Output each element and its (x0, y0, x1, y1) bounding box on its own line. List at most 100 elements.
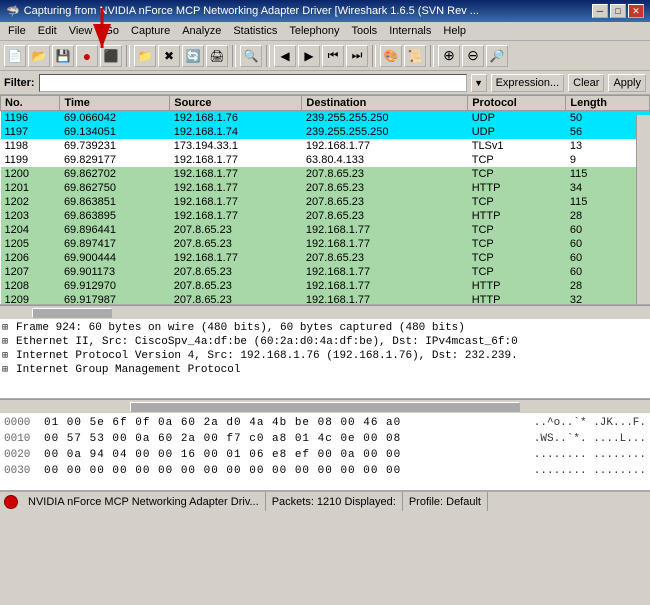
adapter-status: NVIDIA nForce MCP Networking Adapter Dri… (22, 492, 266, 511)
open2-button[interactable]: 📁 (134, 45, 156, 67)
menu-file[interactable]: File (2, 23, 32, 39)
cell-time: 69.863895 (60, 209, 170, 223)
cell-src: 192.168.1.77 (170, 167, 302, 181)
cell-dst: 192.168.1.77 (302, 293, 468, 305)
hscroll-thumb-1[interactable] (32, 308, 112, 318)
col-len[interactable]: Length (566, 96, 650, 111)
new-capture-button[interactable]: 📄 (4, 45, 26, 67)
menu-telephony[interactable]: Telephony (283, 23, 345, 39)
colorize-button[interactable]: 🎨 (380, 45, 402, 67)
print-button[interactable]: 🖨 (206, 45, 228, 67)
search-button[interactable]: 🔍 (240, 45, 262, 67)
table-row[interactable]: 120969.917987207.8.65.23192.168.1.77HTTP… (1, 293, 650, 305)
menu-tools[interactable]: Tools (346, 23, 384, 39)
table-row[interactable]: 120169.862750192.168.1.77207.8.65.23HTTP… (1, 181, 650, 195)
menu-statistics[interactable]: Statistics (227, 23, 283, 39)
table-row[interactable]: 120769.901173207.8.65.23192.168.1.77TCP6… (1, 265, 650, 279)
cell-proto: TLSv1 (468, 139, 566, 153)
open-button[interactable]: 📂 (28, 45, 50, 67)
menu-view[interactable]: View (63, 23, 99, 39)
menu-analyze[interactable]: Analyze (176, 23, 227, 39)
hscroll-thumb-2[interactable] (130, 402, 520, 412)
cell-time: 69.897417 (60, 237, 170, 251)
expand-icon-3[interactable]: ⊞ (2, 364, 16, 376)
menu-internals[interactable]: Internals (383, 23, 437, 39)
window-title: Capturing from NVIDIA nForce MCP Network… (24, 5, 479, 17)
col-source[interactable]: Source (170, 96, 302, 111)
table-row[interactable]: 120369.863895192.168.1.77207.8.65.23HTTP… (1, 209, 650, 223)
table-row[interactable]: 120269.863851192.168.1.77207.8.65.23TCP1… (1, 195, 650, 209)
detail-row-1: ⊞ Ethernet II, Src: CiscoSpv_4a:df:be (6… (2, 335, 648, 349)
table-row[interactable]: 120869.912970207.8.65.23192.168.1.77HTTP… (1, 279, 650, 293)
apply-button[interactable]: Apply (608, 74, 646, 92)
hscroll-2[interactable] (0, 399, 650, 413)
col-proto[interactable]: Protocol (468, 96, 566, 111)
capture-led (4, 495, 18, 509)
minimize-button[interactable]: ─ (592, 4, 608, 18)
menu-bar: File Edit View Go Capture Analyze Statis… (0, 22, 650, 41)
cell-time: 69.900444 (60, 251, 170, 265)
go-fwd-button[interactable]: ▶ (298, 45, 320, 67)
cell-proto: TCP (468, 195, 566, 209)
hex-bytes-0: 01 00 5e 6f 0f 0a 60 2a d0 4a 4b be 08 0… (44, 415, 530, 431)
cell-src: 192.168.1.74 (170, 125, 302, 139)
zoom-in-button[interactable]: ⊕ (438, 45, 460, 67)
cell-proto: UDP (468, 111, 566, 126)
auto-scroll-button[interactable]: 📜 (404, 45, 426, 67)
table-row[interactable]: 120069.862702192.168.1.77207.8.65.23TCP1… (1, 167, 650, 181)
save-button[interactable]: 💾 (52, 45, 74, 67)
table-row[interactable]: 119669.066042192.168.1.76239.255.255.250… (1, 111, 650, 126)
table-row[interactable]: 120569.897417207.8.65.23192.168.1.77TCP6… (1, 237, 650, 251)
packet-table-container: No. Time Source Destination Protocol Len… (0, 95, 650, 305)
maximize-button[interactable]: □ (610, 4, 626, 18)
cell-src: 192.168.1.77 (170, 181, 302, 195)
toolbar-sep-1 (126, 45, 130, 67)
col-no[interactable]: No. (1, 96, 60, 111)
record-button[interactable]: ● (76, 45, 98, 67)
menu-edit[interactable]: Edit (32, 23, 63, 39)
table-row[interactable]: 120669.900444192.168.1.77207.8.65.23TCP6… (1, 251, 650, 265)
cell-time: 69.901173 (60, 265, 170, 279)
toolbar-sep-2 (232, 45, 236, 67)
cell-src: 173.194.33.1 (170, 139, 302, 153)
col-dest[interactable]: Destination (302, 96, 468, 111)
hscroll-1[interactable] (0, 305, 650, 319)
cell-proto: UDP (468, 125, 566, 139)
hex-ascii-1: .WS..`*. ....L... (534, 431, 646, 447)
table-row[interactable]: 119869.739231173.194.33.1192.168.1.77TLS… (1, 139, 650, 153)
goto-last-button[interactable]: ⏭ (346, 45, 368, 67)
expand-icon-2[interactable]: ⊞ (2, 350, 16, 362)
close-button[interactable]: ✕ (628, 4, 644, 18)
goto-first-button[interactable]: ⏮ (322, 45, 344, 67)
stop-button[interactable]: ⬛ (100, 45, 122, 67)
expand-icon-0[interactable]: ⊞ (2, 322, 16, 334)
menu-go[interactable]: Go (98, 23, 125, 39)
table-row[interactable]: 119769.134051192.168.1.74239.255.255.250… (1, 125, 650, 139)
zoom-reset-button[interactable]: 🔎 (486, 45, 508, 67)
vertical-scrollbar[interactable] (636, 115, 650, 304)
clear-button[interactable]: Clear (568, 74, 604, 92)
toolbar-sep-4 (372, 45, 376, 67)
cell-no: 1206 (1, 251, 60, 265)
expression-button[interactable]: Expression... (491, 74, 565, 92)
table-row[interactable]: 119969.829177192.168.1.7763.80.4.133TCP9 (1, 153, 650, 167)
hex-bytes-1: 00 57 53 00 0a 60 2a 00 f7 c0 a8 01 4c 0… (44, 431, 530, 447)
cell-src: 192.168.1.77 (170, 195, 302, 209)
go-back-button[interactable]: ◀ (274, 45, 296, 67)
packet-table: No. Time Source Destination Protocol Len… (0, 95, 650, 305)
zoom-out-button[interactable]: ⊖ (462, 45, 484, 67)
expand-icon-1[interactable]: ⊞ (2, 336, 16, 348)
cell-src: 192.168.1.76 (170, 111, 302, 126)
close-file-button[interactable]: ✖ (158, 45, 180, 67)
filter-input[interactable] (39, 74, 467, 92)
filter-dropdown-button[interactable]: ▼ (471, 74, 487, 92)
detail-panel: ⊞ Frame 924: 60 bytes on wire (480 bits)… (0, 319, 650, 399)
menu-capture[interactable]: Capture (125, 23, 176, 39)
title-bar-left: 🦈 Capturing from NVIDIA nForce MCP Netwo… (6, 5, 479, 18)
reload-button[interactable]: 🔄 (182, 45, 204, 67)
app-icon: 🦈 (6, 5, 20, 18)
hex-ascii-0: ..^o..`* .JK...F. (534, 415, 646, 431)
table-row[interactable]: 120469.896441207.8.65.23192.168.1.77TCP6… (1, 223, 650, 237)
col-time[interactable]: Time (60, 96, 170, 111)
menu-help[interactable]: Help (437, 23, 472, 39)
